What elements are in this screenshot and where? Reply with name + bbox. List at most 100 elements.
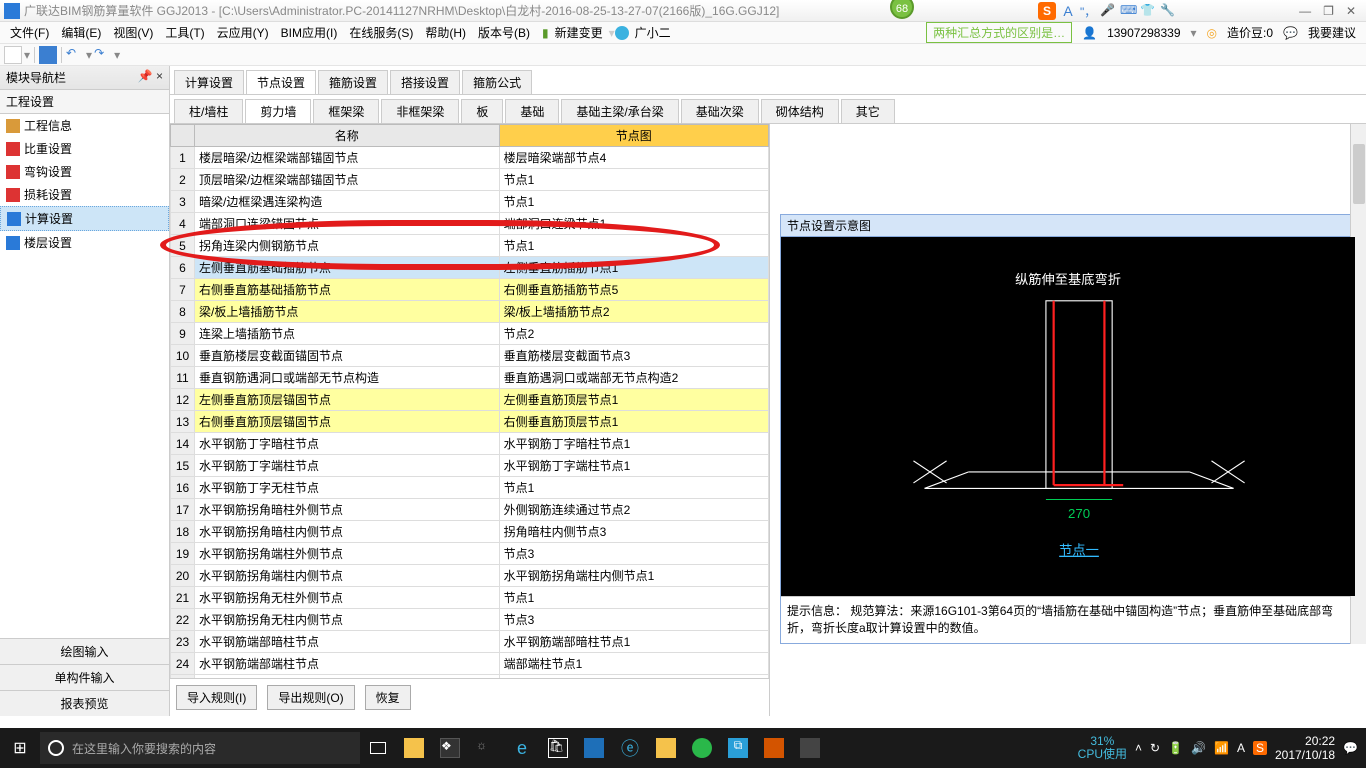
tab-lower[interactable]: 其它 (841, 99, 895, 123)
row-name[interactable]: 水平钢筋拐角无柱外侧节点 (195, 587, 500, 609)
row-diagram[interactable]: 节点1 (499, 169, 768, 191)
menu-item[interactable]: 文件(F) (4, 26, 55, 40)
row-diagram[interactable]: 节点3 (499, 543, 768, 565)
taskbar-360[interactable] (684, 728, 720, 768)
tab-lower[interactable]: 框架梁 (313, 99, 379, 123)
tab-upper[interactable]: 搭接设置 (390, 70, 460, 94)
menu-item[interactable]: 云应用(Y) (211, 26, 275, 40)
col-name[interactable]: 名称 (195, 125, 500, 147)
taskbar-app3[interactable] (576, 728, 612, 768)
save-icon[interactable] (39, 46, 57, 64)
new-change-menu[interactable]: 新建变更 (549, 24, 609, 41)
ime-shirt-icon[interactable]: 👕 (1140, 3, 1156, 19)
new-icon[interactable] (4, 46, 22, 64)
row-name[interactable]: 顶层暗梁/边框梁端部锚固节点 (195, 169, 500, 191)
nav-subheader[interactable]: 工程设置 (0, 90, 169, 114)
row-diagram[interactable]: 垂直筋遇洞口或端部无节点构造2 (499, 367, 768, 389)
table-row[interactable]: 7右侧垂直筋基础插筋节点右侧垂直筋插筋节点5 (171, 279, 769, 301)
start-button[interactable]: ⊞ (0, 738, 40, 758)
nav-bottom-button[interactable]: 单构件输入 (0, 664, 169, 690)
row-name[interactable]: 右侧垂直筋顶层锚固节点 (195, 411, 500, 433)
nav-item[interactable]: 计算设置 (0, 206, 169, 231)
tray-sogo[interactable]: S (1253, 741, 1267, 755)
col-diagram[interactable]: 节点图 (499, 125, 768, 147)
task-view-icon[interactable] (360, 728, 396, 768)
notification-icon[interactable]: 💬 (1343, 741, 1358, 755)
tab-upper[interactable]: 节点设置 (246, 70, 316, 94)
taskbar-ie[interactable]: ⓔ (612, 728, 648, 768)
nav-item[interactable]: 弯钩设置 (0, 160, 169, 183)
menu-item[interactable]: 视图(V) (107, 26, 159, 40)
tab-lower[interactable]: 柱/墙柱 (174, 99, 243, 123)
menu-item[interactable]: 编辑(E) (55, 26, 107, 40)
import-rule-button[interactable]: 导入规则(I) (176, 685, 257, 710)
minimize-button[interactable]: ― (1299, 4, 1311, 18)
table-row[interactable]: 19水平钢筋拐角端柱外侧节点节点3 (171, 543, 769, 565)
table-row[interactable]: 22水平钢筋拐角无柱内侧节点节点3 (171, 609, 769, 631)
menu-item[interactable]: 工具(T) (159, 26, 210, 40)
row-name[interactable]: 水平钢筋拐角端柱外侧节点 (195, 543, 500, 565)
row-name[interactable]: 端部洞口连梁锚固节点 (195, 213, 500, 235)
row-diagram[interactable]: 节点1 (499, 235, 768, 257)
row-name[interactable]: 水平钢筋拐角端柱内侧节点 (195, 565, 500, 587)
row-diagram[interactable]: 节点1 (499, 477, 768, 499)
row-name[interactable]: 垂直筋楼层变截面锚固节点 (195, 345, 500, 367)
ime-mic-icon[interactable]: 🎤 (1100, 3, 1116, 19)
nav-bottom-button[interactable]: 报表预览 (0, 690, 169, 716)
row-name[interactable]: 梁/板上墙插筋节点 (195, 301, 500, 323)
tray-up-icon[interactable]: ˄ (1135, 741, 1142, 755)
clock[interactable]: 20:222017/10/18 (1275, 734, 1335, 763)
table-row[interactable]: 12左侧垂直筋顶层锚固节点左侧垂直筋顶层节点1 (171, 389, 769, 411)
taskbar-app4[interactable] (648, 728, 684, 768)
restore-button[interactable]: 恢复 (365, 685, 411, 710)
tab-lower[interactable]: 砌体结构 (761, 99, 839, 123)
tab-lower[interactable]: 基础次梁 (681, 99, 759, 123)
taskbar-explorer[interactable] (396, 728, 432, 768)
taskbar-store[interactable]: 🛍 (540, 728, 576, 768)
row-name[interactable]: 暗梁/边框梁遇连梁构造 (195, 191, 500, 213)
table-row[interactable]: 13右侧垂直筋顶层锚固节点右侧垂直筋顶层节点1 (171, 411, 769, 433)
row-name[interactable]: 右侧垂直筋基础插筋节点 (195, 279, 500, 301)
nav-bottom-button[interactable]: 绘图输入 (0, 638, 169, 664)
row-name[interactable]: 水平钢筋端部暗柱节点 (195, 631, 500, 653)
nav-item[interactable]: 比重设置 (0, 137, 169, 160)
table-row[interactable]: 8梁/板上墙插筋节点梁/板上墙插筋节点2 (171, 301, 769, 323)
table-row[interactable]: 15水平钢筋丁字端柱节点水平钢筋丁字端柱节点1 (171, 455, 769, 477)
taskbar-search[interactable]: 在这里输入你要搜索的内容 (40, 732, 360, 764)
taskbar-app5[interactable]: ⧉ (720, 728, 756, 768)
row-name[interactable]: 左侧垂直筋顶层锚固节点 (195, 389, 500, 411)
ime-tool-icon[interactable]: 🔧 (1160, 3, 1176, 19)
menu-item[interactable]: 版本号(B) (472, 26, 536, 40)
tray-battery-icon[interactable]: 🔋 (1168, 741, 1183, 755)
doc-icon[interactable]: ▮ (542, 26, 549, 40)
row-name[interactable]: 拐角连梁内侧钢筋节点 (195, 235, 500, 257)
row-diagram[interactable]: 节点1 (499, 191, 768, 213)
tab-lower[interactable]: 非框架梁 (381, 99, 459, 123)
menu-item[interactable]: 在线服务(S) (343, 26, 419, 40)
close-button[interactable]: ✕ (1346, 4, 1356, 18)
menu-item[interactable]: 帮助(H) (419, 26, 472, 40)
table-row[interactable]: 20水平钢筋拐角端柱内侧节点水平钢筋拐角端柱内侧节点1 (171, 565, 769, 587)
row-diagram[interactable]: 节点3 (499, 609, 768, 631)
nav-item[interactable]: 损耗设置 (0, 183, 169, 206)
tab-lower[interactable]: 板 (461, 99, 503, 123)
table-row[interactable]: 3暗梁/边框梁遇连梁构造节点1 (171, 191, 769, 213)
row-name[interactable]: 水平钢筋拐角暗柱内侧节点 (195, 521, 500, 543)
row-diagram[interactable]: 水平钢筋丁字暗柱节点1 (499, 433, 768, 455)
table-row[interactable]: 18水平钢筋拐角暗柱内侧节点拐角暗柱内侧节点3 (171, 521, 769, 543)
row-diagram[interactable]: 左侧垂直筋插筋节点1 (499, 257, 768, 279)
tab-upper[interactable]: 箍筋公式 (462, 70, 532, 94)
ime-keyboard-icon[interactable]: ⌨ (1120, 3, 1136, 19)
taskbar-app6[interactable] (756, 728, 792, 768)
tray-volume-icon[interactable]: 🔊 (1191, 741, 1206, 755)
table-row[interactable]: 21水平钢筋拐角无柱外侧节点节点1 (171, 587, 769, 609)
pin-icon[interactable]: 📌 × (138, 69, 163, 86)
feedback-link[interactable]: 我要建议 (1308, 24, 1356, 41)
row-name[interactable]: 水平钢筋丁字无柱节点 (195, 477, 500, 499)
row-name[interactable]: 连梁上墙插筋节点 (195, 323, 500, 345)
table-row[interactable]: 1楼层暗梁/边框梁端部锚固节点楼层暗梁端部节点4 (171, 147, 769, 169)
cpu-meter[interactable]: 31%CPU使用 (1078, 735, 1127, 761)
taskbar-edge[interactable]: e (504, 728, 540, 768)
tray-wifi-icon[interactable]: 📶 (1214, 741, 1229, 755)
table-row[interactable]: 11垂直钢筋遇洞口或端部无节点构造垂直筋遇洞口或端部无节点构造2 (171, 367, 769, 389)
